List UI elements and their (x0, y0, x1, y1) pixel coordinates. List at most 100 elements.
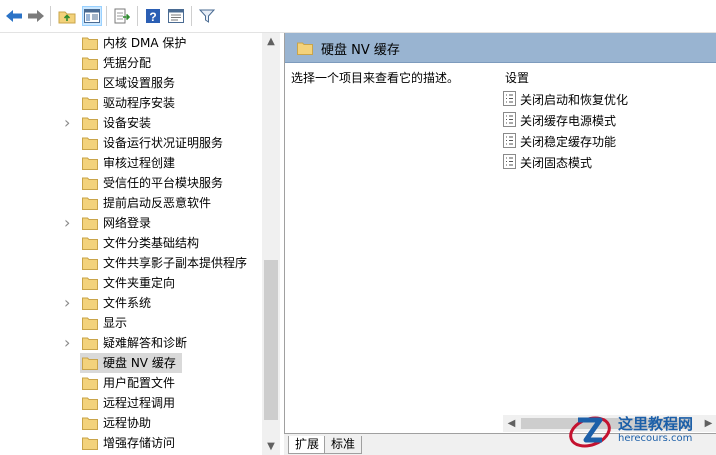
folder-icon (82, 216, 98, 230)
tree-item-label: 硬盘 NV 缓存 (103, 356, 176, 370)
tree-item-label: 区域设置服务 (103, 76, 176, 90)
folder-icon (297, 41, 313, 58)
policy-setting-icon (503, 112, 516, 127)
chevron-right-icon[interactable]: › (64, 295, 76, 311)
tree-item-label: 受信任的平台模块服务 (103, 176, 224, 190)
tree-vertical-scrollbar[interactable]: ▲ ▼ (262, 33, 280, 455)
tree-item-label: 用户配置文件 (103, 376, 176, 390)
folder-icon (82, 116, 98, 130)
details-pane: 硬盘 NV 缓存 选择一个项目来查看它的描述。 设置 关闭启动和恢复优化 关闭缓存… (284, 33, 716, 455)
show-hide-tree-icon[interactable] (82, 6, 102, 26)
export-list-icon[interactable] (112, 6, 132, 26)
chevron-right-icon[interactable]: › (64, 115, 76, 131)
tree-item[interactable]: › 文件系统 (0, 293, 262, 313)
tree-item-label: 设备运行状况证明服务 (103, 136, 224, 150)
watermark-emblem-icon (569, 416, 611, 448)
forward-arrow-icon[interactable] (26, 6, 46, 26)
scroll-thumb[interactable] (264, 260, 278, 420)
scroll-down-icon[interactable]: ▼ (262, 438, 280, 455)
details-header: 硬盘 NV 缓存 (285, 33, 716, 63)
tree-item-label: 远程过程调用 (103, 396, 176, 410)
folder-icon (82, 96, 98, 110)
tree-item[interactable]: 硬盘 NV 缓存 (0, 353, 262, 373)
tab-standard[interactable]: 标准 (324, 436, 363, 454)
details-title: 硬盘 NV 缓存 (321, 43, 400, 58)
setting-label: 关闭启动和恢复优化 (520, 93, 629, 107)
tab-extended[interactable]: 扩展 (288, 436, 327, 454)
setting-item[interactable]: 关闭稳定缓存功能 (503, 131, 713, 151)
tree-item[interactable]: 增强存储访问 (0, 433, 262, 453)
settings-column-header[interactable]: 设置 (505, 69, 529, 86)
folder-icon (82, 356, 98, 370)
back-arrow-icon[interactable] (4, 6, 24, 26)
toolbar: ? (0, 0, 716, 33)
folder-icon (82, 416, 98, 430)
tree-item[interactable]: 远程协助 (0, 413, 262, 433)
folder-icon (82, 336, 98, 350)
tree-item[interactable]: › 疑难解答和诊断 (0, 333, 262, 353)
setting-item[interactable]: 关闭固态模式 (503, 152, 713, 172)
folder-icon (82, 56, 98, 70)
folder-icon (82, 256, 98, 270)
setting-item[interactable]: 关闭缓存电源模式 (503, 110, 713, 130)
tree-item-label: 凭据分配 (103, 56, 152, 70)
tree-item-label: 增强存储访问 (103, 436, 176, 450)
watermark-logo: 这里教程网 herecours.com (566, 408, 716, 455)
description-text: 选择一个项目来查看它的描述。 (291, 71, 460, 85)
tree-item-label: 驱动程序安装 (103, 96, 176, 110)
folder-icon (82, 36, 98, 50)
tree-item[interactable]: 区域设置服务 (0, 73, 262, 93)
tree-item[interactable]: 审核过程创建 (0, 153, 262, 173)
tree-item[interactable]: 设备运行状况证明服务 (0, 133, 262, 153)
tree-item-label: 文件夹重定向 (103, 276, 176, 290)
help-icon[interactable]: ? (143, 6, 163, 26)
policy-setting-icon (503, 154, 516, 169)
scroll-up-icon[interactable]: ▲ (262, 33, 280, 50)
folder-icon (82, 236, 98, 250)
chevron-right-icon[interactable]: › (64, 215, 76, 231)
settings-list: 设置 关闭启动和恢复优化 关闭缓存电源模式 关闭稳定缓存功能关闭固态模式 (503, 66, 716, 436)
tree-item[interactable]: 文件夹重定向 (0, 273, 262, 293)
setting-item[interactable]: 关闭启动和恢复优化 (503, 89, 713, 109)
tree-item-label: 远程协助 (103, 416, 152, 430)
tree-item-label: 疑难解答和诊断 (103, 336, 188, 350)
folder-icon (82, 436, 98, 450)
folder-icon (82, 156, 98, 170)
folder-icon (82, 376, 98, 390)
tree-item[interactable]: 凭据分配 (0, 53, 262, 73)
tree-item-label: 提前启动反恶意软件 (103, 196, 212, 210)
filter-icon[interactable] (197, 6, 217, 26)
tree-item-label: 网络登录 (103, 216, 152, 230)
folder-icon (82, 316, 98, 330)
tree-item[interactable]: 受信任的平台模块服务 (0, 173, 262, 193)
setting-label: 关闭缓存电源模式 (520, 114, 617, 128)
tree-item[interactable]: 显示 (0, 313, 262, 333)
watermark-name: 这里教程网 (618, 415, 694, 433)
tree-item[interactable]: 提前启动反恶意软件 (0, 193, 262, 213)
tree-item-label: 显示 (103, 316, 128, 330)
tree-item[interactable]: 文件分类基础结构 (0, 233, 262, 253)
folder-icon (82, 196, 98, 210)
setting-label: 关闭稳定缓存功能 (520, 135, 617, 149)
tree-item-label: 审核过程创建 (103, 156, 176, 170)
svg-text:?: ? (149, 10, 156, 24)
tree-item[interactable]: 文件共享影子副本提供程序 (0, 253, 262, 273)
tree-item[interactable]: 远程过程调用 (0, 393, 262, 413)
up-folder-icon[interactable] (57, 6, 77, 26)
folder-icon (82, 276, 98, 290)
tree-item[interactable]: 驱动程序安装 (0, 93, 262, 113)
policy-setting-icon (503, 91, 516, 106)
tree-item[interactable]: 用户配置文件 (0, 373, 262, 393)
chevron-right-icon[interactable]: › (64, 335, 76, 351)
properties-icon[interactable] (166, 6, 186, 26)
folder-icon (82, 296, 98, 310)
tree-item[interactable]: › 网络登录 (0, 213, 262, 233)
tree-item-label: 内核 DMA 保护 (103, 36, 187, 50)
folder-icon (82, 396, 98, 410)
tree-item-label: 文件系统 (103, 296, 152, 310)
folder-icon (82, 136, 98, 150)
tree-item[interactable]: 内核 DMA 保护 (0, 33, 262, 53)
tree-item[interactable]: › 设备安装 (0, 113, 262, 133)
watermark-url: herecours.com (618, 433, 693, 444)
scroll-left-icon[interactable]: ◀ (503, 415, 520, 432)
